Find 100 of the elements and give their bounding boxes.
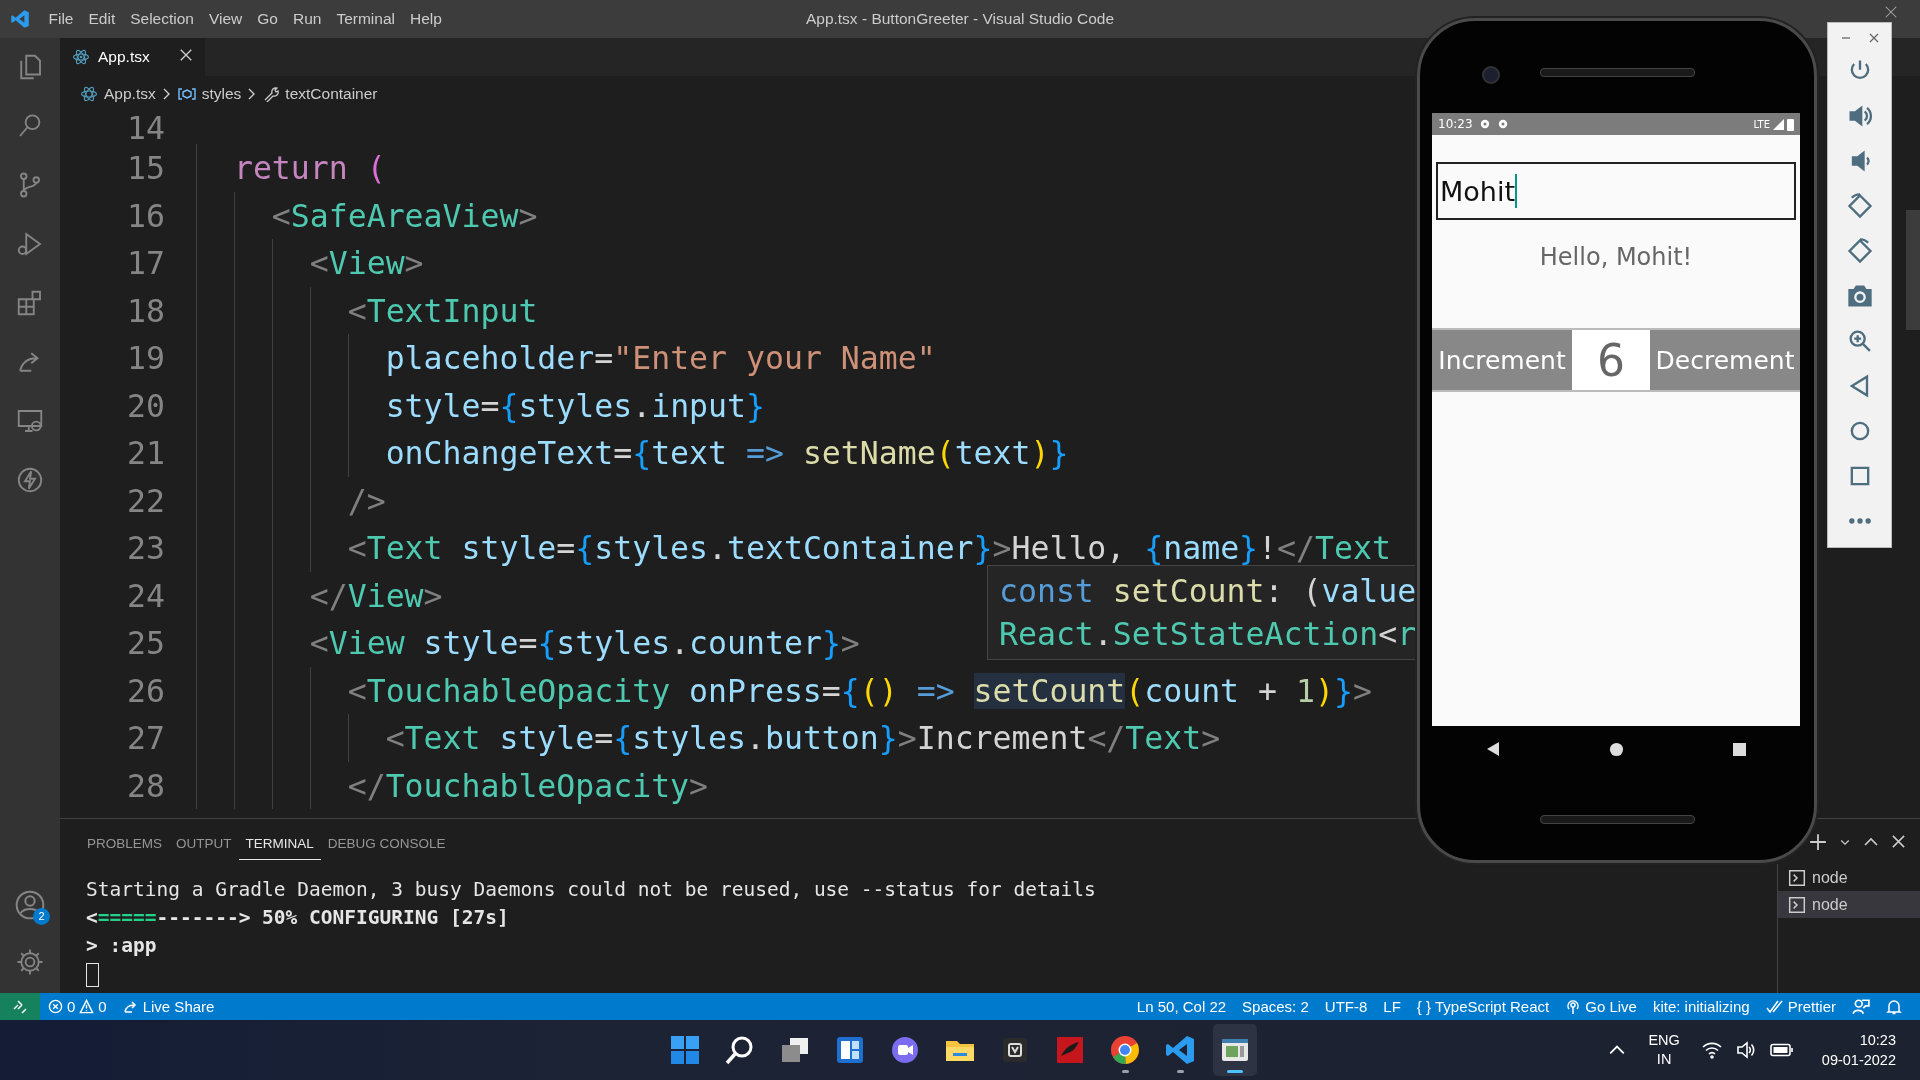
start-icon[interactable]: [669, 1034, 701, 1066]
error-icon: [48, 999, 63, 1014]
code-line: <View>: [196, 239, 424, 287]
count-value: 6: [1572, 330, 1650, 390]
menu-item[interactable]: View: [201, 10, 250, 28]
menu-item[interactable]: File: [41, 10, 81, 28]
terminal-item[interactable]: node: [1778, 891, 1920, 918]
code-line: />: [196, 476, 386, 525]
editor-tab[interactable]: App.tsx: [60, 38, 205, 76]
home-icon[interactable]: [1609, 741, 1624, 757]
double-check-icon: [1765, 999, 1784, 1014]
live-share-icon: [122, 998, 139, 1015]
settings-icon[interactable]: [15, 947, 45, 977]
line-ending[interactable]: LF: [1375, 998, 1409, 1015]
code-line: style={styles.input}: [196, 381, 765, 430]
gear-icon: [1496, 118, 1509, 130]
indentation[interactable]: Spaces: 2: [1234, 998, 1317, 1015]
code-editor-icon[interactable]: [1164, 1034, 1196, 1066]
encoding[interactable]: UTF-8: [1316, 998, 1376, 1015]
problems-button[interactable]: 0 0: [40, 998, 115, 1015]
plus-icon[interactable]: [1809, 832, 1827, 851]
back-icon[interactable]: [1486, 741, 1501, 757]
decrement-button[interactable]: Decrement: [1650, 330, 1800, 390]
line-number: 22: [126, 482, 166, 519]
name-input[interactable]: Mohit: [1436, 162, 1796, 220]
code-line: placeholder="Enter your Name": [196, 334, 936, 382]
breadcrumb[interactable]: textContainer: [285, 85, 378, 103]
rotate-right-icon[interactable]: [1845, 237, 1874, 265]
taskbar-item[interactable]: [1213, 1024, 1257, 1076]
greeting-text: Hello, Mohit!: [1538, 242, 1694, 273]
line-number: 25: [126, 625, 166, 661]
language-mode[interactable]: { } TypeScript React: [1408, 998, 1558, 1015]
terminal-icon: [1788, 895, 1806, 914]
panel-tab[interactable]: PROBLEMS: [80, 823, 170, 860]
line-number: 24: [126, 577, 166, 614]
wrench-icon: [263, 86, 280, 102]
code-line: <View style={styles.counter}>: [196, 619, 860, 667]
atom-icon: [72, 48, 90, 66]
line-number: 14: [126, 112, 166, 145]
overview-icon[interactable]: [1732, 742, 1746, 756]
menu-item[interactable]: Selection: [122, 10, 202, 28]
bell-icon[interactable]: [1886, 998, 1902, 1015]
wifi-icon[interactable]: [1701, 1041, 1722, 1059]
code-line: <SafeAreaView>: [196, 191, 538, 240]
account-icon[interactable]: [14, 889, 46, 921]
notification-badge: 2: [33, 908, 50, 925]
line-number: 15: [126, 150, 166, 186]
terminal-cursor: [86, 963, 99, 987]
signal-icon: [1773, 118, 1784, 130]
line-number: 27: [126, 720, 166, 756]
panel-tab[interactable]: OUTPUT: [169, 823, 239, 860]
code-line: <Text style={styles.button}>Increment</Text>: [196, 714, 1221, 762]
terminal-line: Starting a Gradle Daemon, 3 busy Daemons could not be reused, use --status for details: [86, 877, 1097, 903]
breadcrumb[interactable]: styles: [201, 85, 242, 103]
battery-icon: [1787, 117, 1794, 131]
panel-tab[interactable]: TERMINAL: [238, 823, 321, 860]
close-icon[interactable]: [1868, 33, 1879, 43]
clock[interactable]: 10:23 09-01-2022: [1821, 1030, 1896, 1070]
browser-icon[interactable]: [1109, 1034, 1141, 1066]
line-number: 20: [126, 387, 166, 424]
rotate-left-icon[interactable]: [1845, 192, 1874, 220]
cursor-position[interactable]: Ln 50, Col 22: [1128, 998, 1235, 1015]
menu-item[interactable]: Terminal: [328, 10, 403, 28]
line-number: 19: [126, 340, 166, 376]
chat-icon[interactable]: [889, 1034, 921, 1066]
window-title: App.tsx - ButtonGreeter - Visual Studio Code: [805, 10, 1115, 28]
code-line: </View>: [196, 571, 443, 620]
gear-icon: [1478, 118, 1491, 130]
feedback-icon[interactable]: [1852, 997, 1870, 1016]
terminal-icon: [1788, 868, 1806, 887]
terminal-item[interactable]: node: [1778, 864, 1920, 891]
widgets-icon[interactable]: [834, 1034, 866, 1066]
prettier-button[interactable]: Prettier: [1757, 998, 1844, 1015]
breadcrumb[interactable]: App.tsx: [104, 85, 156, 103]
front-camera: [1482, 66, 1500, 84]
panel-tab[interactable]: DEBUG CONSOLE: [320, 823, 453, 860]
menu-item[interactable]: Run: [285, 10, 329, 28]
menu-item[interactable]: Go: [249, 10, 286, 28]
line-number: 26: [126, 672, 166, 709]
terminal-line: <=====-------> 50% CONFIGURING [27s]: [86, 905, 510, 931]
volume-icon[interactable]: [1735, 1041, 1756, 1059]
broadcast-icon: [1565, 998, 1582, 1015]
chevron-icon: [161, 87, 172, 101]
input-language[interactable]: ENG IN: [1648, 1031, 1680, 1069]
menu-item[interactable]: Edit: [81, 10, 123, 28]
code-line: <TouchableOpacity onPress={() => setCount(count + 1)}>: [196, 666, 1372, 715]
menu-item[interactable]: Help: [402, 10, 450, 28]
line-number: 17: [126, 245, 166, 281]
code-line: </TouchableOpacity>: [196, 761, 709, 810]
line-number: 21: [126, 435, 166, 471]
live-share-button[interactable]: Live Share: [114, 998, 223, 1015]
code-line: <TextInput: [196, 286, 538, 335]
lightning-icon[interactable]: [15, 465, 45, 495]
atom-icon: [80, 85, 98, 103]
scrollbar[interactable]: [1906, 210, 1920, 330]
go-live-button[interactable]: Go Live: [1557, 998, 1645, 1015]
kite-status[interactable]: kite: initializing: [1644, 998, 1758, 1015]
line-number: 18: [126, 292, 166, 329]
increment-button[interactable]: Increment: [1432, 330, 1572, 390]
battery-icon[interactable]: [1769, 1043, 1794, 1057]
